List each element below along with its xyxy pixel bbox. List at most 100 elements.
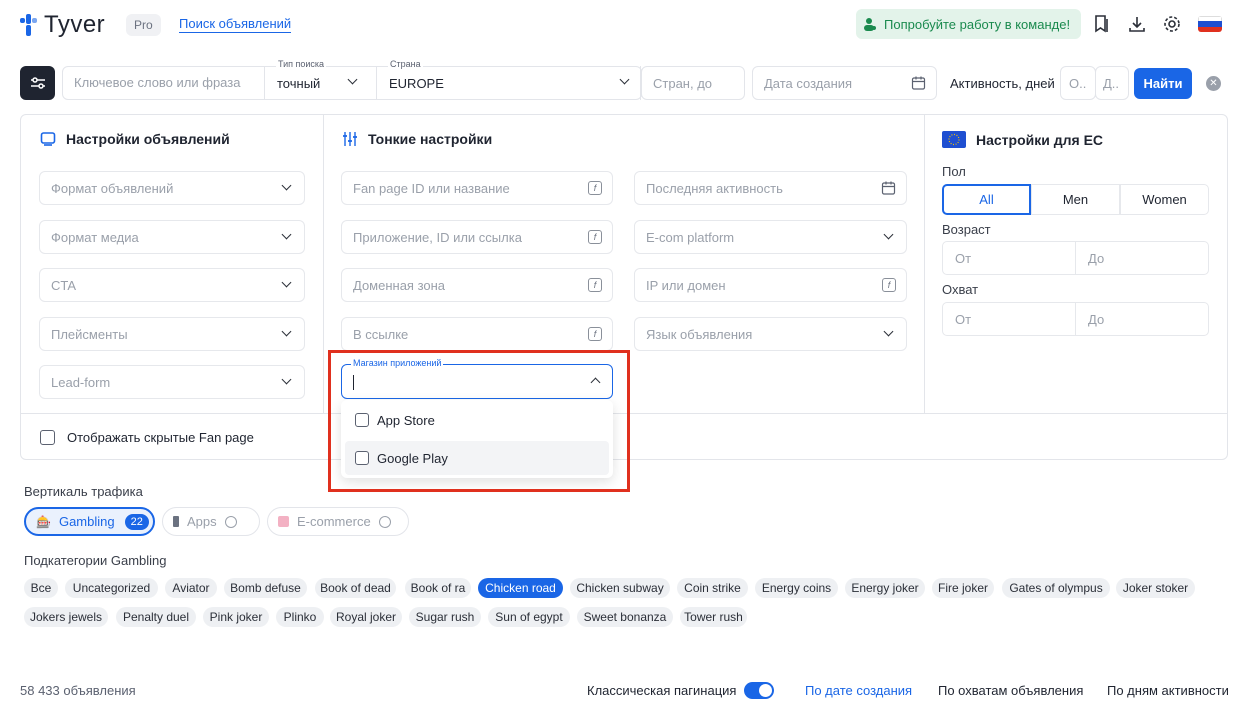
- activity-to-input[interactable]: Д..: [1095, 66, 1129, 100]
- subcategory-chip[interactable]: Royal joker: [330, 607, 402, 627]
- subcategory-chip[interactable]: Sugar rush: [409, 607, 481, 627]
- subcategory-chip[interactable]: Gates of olympus: [1002, 578, 1110, 598]
- download-icon[interactable]: [1127, 14, 1147, 34]
- lead-form-select[interactable]: Lead-form: [39, 365, 305, 399]
- domain-zone-input[interactable]: Доменная зона f: [341, 268, 613, 302]
- subcategory-chip[interactable]: Все: [24, 578, 58, 598]
- formula-icon: f: [588, 230, 602, 244]
- media-format-select[interactable]: Формат медиа: [39, 220, 305, 254]
- activity-to-placeholder: Д..: [1103, 76, 1120, 91]
- logo[interactable]: Tyver: [20, 10, 105, 40]
- pagination-toggle[interactable]: [744, 682, 774, 699]
- filters-toggle-button[interactable]: [20, 66, 55, 100]
- reach-from-input[interactable]: От: [942, 302, 1076, 336]
- subcategory-chip[interactable]: Jokers jewels: [24, 607, 108, 627]
- chevron-down-icon: [883, 229, 894, 240]
- gender-women-button[interactable]: Women: [1120, 184, 1209, 215]
- keyword-placeholder: Ключевое слово или фраза: [74, 75, 241, 90]
- sort-by-activity[interactable]: По дням активности: [1107, 683, 1229, 698]
- eu-settings-title: Настройки для ЕС: [942, 131, 1103, 148]
- clear-icon[interactable]: ✕: [1206, 76, 1221, 91]
- subcategory-chip[interactable]: Fire joker: [932, 578, 994, 598]
- activity-from-input[interactable]: О..: [1060, 66, 1096, 100]
- age-to-input[interactable]: До: [1075, 241, 1209, 275]
- chevron-down-icon: [281, 180, 292, 191]
- creation-date-input[interactable]: Дата создания: [752, 66, 937, 100]
- team-trial-button[interactable]: Попробуйте работу в команде!: [856, 9, 1081, 39]
- sliders-icon: [30, 77, 45, 89]
- sort-by-reach[interactable]: По охватам объявления: [938, 683, 1083, 698]
- search-type-select[interactable]: Тип поиска точный: [265, 59, 370, 100]
- app-input[interactable]: Приложение, ID или ссылка f: [341, 220, 613, 254]
- age-from-input[interactable]: От: [942, 241, 1076, 275]
- search-type-value: точный: [277, 76, 321, 91]
- subcategory-chip[interactable]: Coin strike: [677, 578, 748, 598]
- formula-icon: f: [882, 278, 896, 292]
- ecom-platform-select[interactable]: E-com platform: [634, 220, 907, 254]
- vertical-apps[interactable]: Apps: [162, 507, 260, 536]
- chevron-down-icon: [619, 74, 630, 85]
- formula-icon: f: [588, 278, 602, 292]
- subcategory-chip[interactable]: Pink joker: [203, 607, 269, 627]
- gender-label: Пол: [942, 164, 966, 179]
- find-button[interactable]: Найти: [1134, 68, 1192, 99]
- placements-select[interactable]: Плейсменты: [39, 317, 305, 351]
- reach-label: Охват: [942, 282, 979, 297]
- activity-label: Активность, дней: [950, 76, 1055, 91]
- shopping-icon: [278, 516, 289, 527]
- subcategory-chip[interactable]: Joker stoker: [1116, 578, 1195, 598]
- keyword-input[interactable]: Ключевое слово или фраза: [74, 75, 264, 90]
- bookmark-icon[interactable]: [1092, 14, 1112, 34]
- calendar-icon: [911, 76, 926, 90]
- in-link-input[interactable]: В ссылке f: [341, 317, 613, 351]
- checkbox[interactable]: [40, 430, 55, 445]
- media-format-placeholder: Формат медиа: [51, 229, 139, 245]
- last-activity-placeholder: Последняя активность: [646, 180, 783, 196]
- subcategory-chip[interactable]: Penalty duel: [116, 607, 196, 627]
- gear-icon[interactable]: [1162, 14, 1182, 34]
- vertical-label: Gambling: [58, 514, 115, 529]
- subcategory-chip[interactable]: Chicken subway: [570, 578, 670, 598]
- domain-zone-placeholder: Доменная зона: [353, 277, 446, 293]
- subcategory-chip[interactable]: Book of ra: [405, 578, 471, 598]
- subcategory-chip[interactable]: Chicken road: [478, 578, 563, 598]
- fanpage-input[interactable]: Fan page ID или название f: [341, 171, 613, 205]
- subcategory-chip[interactable]: Plinko: [276, 607, 324, 627]
- ad-format-placeholder: Формат объявлений: [51, 180, 174, 196]
- placements-placeholder: Плейсменты: [51, 326, 128, 342]
- ad-format-select[interactable]: Формат объявлений: [39, 171, 305, 205]
- activity-from-placeholder: О..: [1069, 76, 1087, 91]
- subcategory-chip[interactable]: Sun of egypt: [488, 607, 570, 627]
- reach-to-input[interactable]: До: [1075, 302, 1209, 336]
- last-activity-input[interactable]: Последняя активность: [634, 171, 907, 205]
- ad-language-select[interactable]: Язык объявления: [634, 317, 907, 351]
- subcategory-chip[interactable]: Energy coins: [755, 578, 838, 598]
- subcategory-chip[interactable]: Sweet bonanza: [577, 607, 673, 627]
- subcategory-chip[interactable]: Aviator: [165, 578, 217, 598]
- countries-limit-input[interactable]: Стран, до: [641, 66, 745, 100]
- team-icon: [864, 18, 876, 31]
- gender-all-button[interactable]: All: [942, 184, 1031, 215]
- ads-count: 58 433 объявления: [20, 683, 136, 698]
- subcategory-chip[interactable]: Tower rush: [680, 607, 747, 627]
- ecom-platform-placeholder: E-com platform: [646, 229, 735, 245]
- vertical-ecommerce[interactable]: E-commerce: [267, 507, 409, 536]
- team-button-label: Попробуйте работу в команде!: [884, 16, 1071, 32]
- subcategory-chip[interactable]: Uncategorized: [65, 578, 158, 598]
- calendar-icon: [881, 181, 896, 195]
- ip-domain-input[interactable]: IP или домен f: [634, 268, 907, 302]
- country-select[interactable]: Страна EUROPE: [377, 59, 640, 100]
- chevron-down-icon: [281, 326, 292, 337]
- gender-men-button[interactable]: Men: [1031, 184, 1120, 215]
- subcategory-chip[interactable]: Bomb defuse: [224, 578, 307, 598]
- country-label: Страна: [388, 59, 423, 69]
- search-ads-link[interactable]: Поиск объявлений: [179, 16, 292, 33]
- hidden-fanpage-toggle[interactable]: Отображать скрытые Fan page: [40, 430, 254, 445]
- subcategory-chip[interactable]: Energy joker: [845, 578, 925, 598]
- cta-select[interactable]: CTA: [39, 268, 305, 302]
- tuning-icon: [343, 132, 357, 146]
- language-flag-icon[interactable]: [1198, 16, 1222, 32]
- subcategory-chip[interactable]: Book of dead: [315, 578, 396, 598]
- vertical-gambling[interactable]: 🎰 Gambling 22: [24, 507, 155, 536]
- sort-by-date[interactable]: По дате создания: [805, 683, 912, 698]
